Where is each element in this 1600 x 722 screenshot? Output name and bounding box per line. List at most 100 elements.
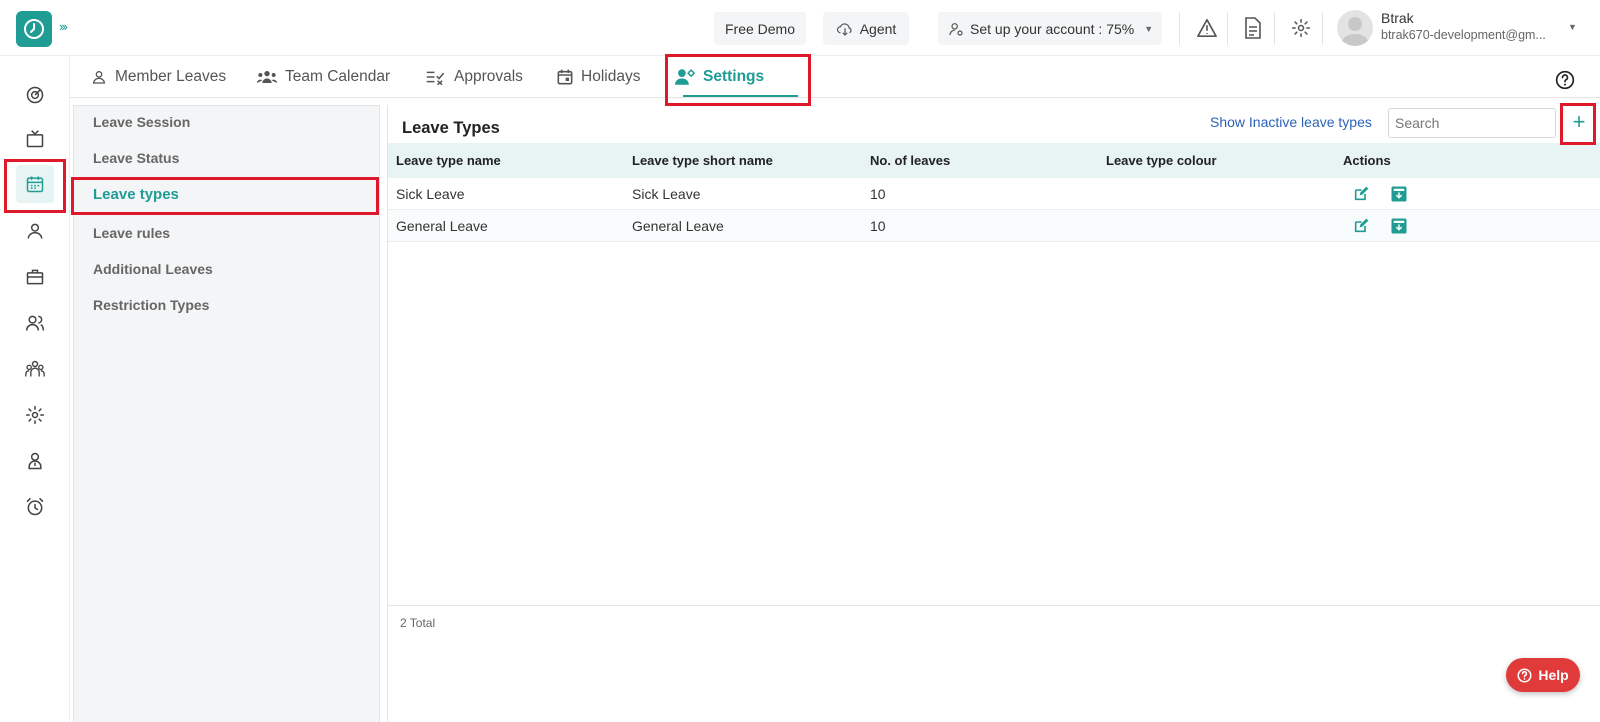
users-icon [25, 315, 45, 331]
rail-team[interactable] [16, 350, 54, 388]
rail-dashboard[interactable] [16, 76, 54, 114]
rail-tv[interactable] [16, 120, 54, 158]
archive-icon[interactable] [1389, 216, 1409, 236]
alert-icon[interactable] [1195, 16, 1219, 40]
clock-logo-icon [24, 19, 44, 39]
dashboard-icon [26, 86, 44, 104]
agent-button[interactable]: Agent [823, 12, 909, 45]
cloud-download-icon [836, 22, 852, 36]
leave-type-short-name: Sick Leave [632, 186, 701, 202]
leave-type-name: General Leave [396, 218, 488, 234]
gear-icon [25, 405, 45, 425]
team-icon [25, 360, 45, 377]
leave-type-short-name: General Leave [632, 218, 724, 234]
table-header: Leave type name Leave type short name No… [388, 143, 1600, 178]
menu-leave-rules[interactable]: Leave rules [93, 225, 170, 241]
table-row: General Leave General Leave 10 [388, 210, 1600, 242]
tab-bar: Member Leaves Team Calendar Approvals Ho… [70, 56, 1600, 98]
team-icon [257, 71, 277, 83]
divider [1227, 12, 1228, 45]
rail-briefcase[interactable] [16, 258, 54, 296]
rail-settings[interactable] [16, 396, 54, 434]
chevron-down-icon: ▼ [1144, 23, 1154, 34]
tab-label: Holidays [581, 68, 641, 85]
user-icon [92, 71, 106, 84]
leave-types-panel: Leave Types Show Inactive leave types + … [387, 105, 1600, 722]
leave-count: 10 [870, 186, 886, 202]
tab-settings[interactable]: Settings [675, 56, 764, 98]
page-title: Leave Types [402, 119, 500, 137]
approvals-icon [426, 71, 445, 85]
app-root: ››› Free Demo Agent Set up your account … [0, 0, 1600, 722]
show-inactive-link[interactable]: Show Inactive leave types [1210, 114, 1372, 130]
column-header: Leave type colour [1106, 153, 1217, 168]
user-avatar-icon [1341, 17, 1369, 46]
add-leave-type-button[interactable]: + [1566, 109, 1592, 135]
search-input[interactable] [1388, 108, 1556, 138]
user-menu-chevron-icon[interactable]: ▼ [1568, 22, 1577, 32]
help-question-icon[interactable] [1555, 70, 1575, 90]
menu-restriction-types[interactable]: Restriction Types [93, 297, 209, 313]
tab-label: Settings [703, 68, 765, 85]
active-tab-indicator [683, 95, 798, 97]
divider [1179, 12, 1180, 45]
menu-additional-leaves[interactable]: Additional Leaves [93, 261, 213, 277]
column-header: No. of leaves [870, 153, 951, 168]
user-email: btrak670-development@gm... [1381, 28, 1546, 42]
expand-sidebar-icon[interactable]: ››› [59, 19, 68, 34]
leave-type-name: Sick Leave [396, 186, 465, 202]
tab-holidays[interactable]: Holidays [557, 56, 640, 98]
rail-profile[interactable] [16, 442, 54, 480]
menu-leave-types[interactable]: Leave types [93, 186, 179, 203]
rail-leave-management[interactable] [16, 165, 54, 203]
archive-icon[interactable] [1389, 184, 1409, 204]
tab-label: Team Calendar [285, 68, 391, 85]
help-label: Help [1538, 667, 1569, 683]
calendar-icon [26, 176, 44, 193]
setup-account-dropdown[interactable]: Set up your account : 75% ▼ [938, 12, 1162, 45]
edit-icon[interactable] [1351, 216, 1371, 236]
top-bar: ››› Free Demo Agent Set up your account … [0, 0, 1600, 56]
column-header: Leave type short name [632, 153, 773, 168]
user-icon [27, 223, 43, 239]
edit-icon[interactable] [1351, 184, 1371, 204]
tab-label: Approvals [454, 68, 523, 85]
help-button[interactable]: Help [1506, 658, 1580, 692]
user-progress-icon [949, 22, 963, 36]
divider [1322, 12, 1323, 45]
tab-member-leaves[interactable]: Member Leaves [91, 56, 226, 98]
rail-alarm[interactable] [16, 488, 54, 526]
tab-label: Member Leaves [115, 68, 227, 85]
settings-menu: Leave Session Leave Status Leave types L… [73, 105, 380, 722]
help-circle-icon [1517, 668, 1532, 682]
tab-approvals[interactable]: Approvals [426, 56, 523, 98]
gear-icon[interactable] [1289, 16, 1313, 40]
menu-leave-session[interactable]: Leave Session [93, 114, 190, 130]
table-row: Sick Leave Sick Leave 10 [388, 178, 1600, 210]
rail-user[interactable] [16, 212, 54, 250]
profile-icon [28, 452, 42, 470]
column-header: Leave type name [396, 153, 501, 168]
left-rail [0, 56, 70, 722]
calendar-icon [557, 69, 573, 85]
user-name: Btrak [1381, 10, 1414, 26]
free-demo-button[interactable]: Free Demo [714, 12, 806, 45]
app-logo[interactable] [16, 11, 52, 47]
setup-account-label: Set up your account : 75% [970, 20, 1135, 37]
agent-label: Agent [859, 20, 897, 37]
column-header: Actions [1343, 153, 1391, 168]
divider [1274, 12, 1275, 45]
total-count: 2 Total [400, 616, 436, 630]
avatar[interactable] [1337, 10, 1373, 46]
menu-leave-status[interactable]: Leave Status [93, 150, 179, 166]
user-settings-icon [675, 69, 695, 85]
tab-team-calendar[interactable]: Team Calendar [257, 56, 390, 98]
briefcase-icon [26, 269, 44, 285]
rail-users[interactable] [16, 304, 54, 342]
free-demo-label: Free Demo [724, 20, 796, 37]
document-icon[interactable] [1241, 16, 1265, 40]
alarm-icon [26, 497, 44, 516]
tv-icon [26, 130, 44, 148]
table-footer-divider [388, 605, 1600, 606]
leave-count: 10 [870, 218, 886, 234]
